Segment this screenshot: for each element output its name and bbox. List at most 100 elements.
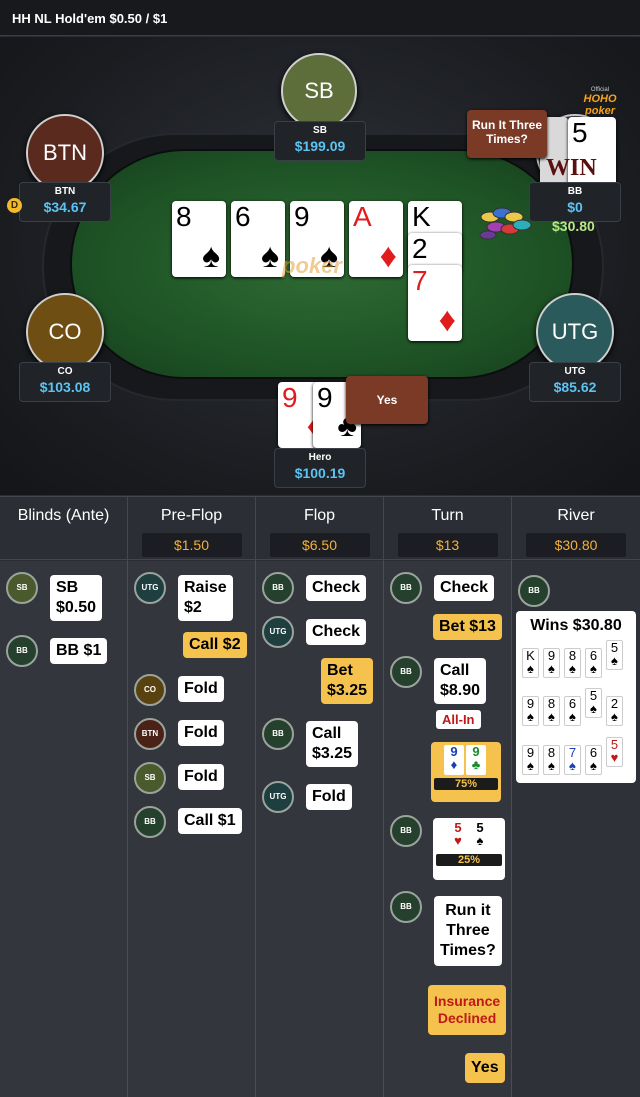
action-bubble: Fold: [178, 720, 224, 746]
seat-utg-avatar[interactable]: UTG: [536, 293, 614, 371]
insurance-declined: Insurance Declined: [428, 985, 507, 1035]
run-card: 5 ♠: [606, 640, 623, 670]
run-it-bubble: Run It Three Times?: [467, 110, 547, 158]
action-bubble: Call $1: [178, 808, 242, 834]
seat-name: BTN: [54, 186, 76, 197]
street-pot: $13: [397, 533, 498, 557]
action-bubble: BB $1: [50, 638, 108, 664]
action-avatar: BB: [518, 575, 550, 607]
action-bubble: Check: [434, 575, 495, 601]
streets-header: Blinds (Ante) Pre-Flop $1.50 Flop $6.50 …: [0, 496, 640, 561]
run-card: 8 ♠: [543, 745, 560, 775]
seat-stack: $100.19: [294, 465, 346, 481]
seat-name: Hero: [308, 452, 332, 463]
action-bubble: Call $3.25: [306, 721, 359, 767]
seat-stack: $103.08: [39, 379, 91, 395]
run-card: 2 ♠: [606, 696, 623, 726]
run-board-3: 9 ♠ 8 ♠ 7 ♠ 6 ♠ 5 ♥: [522, 737, 630, 777]
action-bubble: Call $2: [183, 632, 247, 658]
action-bubble: Yes: [465, 1053, 505, 1083]
action-avatar: BB: [262, 572, 294, 604]
action-bubble: Bet $3.25: [321, 658, 374, 704]
seat-utg-plate: UTG $85.62: [529, 362, 621, 402]
equity-percent: 25%: [436, 854, 502, 866]
action-bubble: SB $0.50: [50, 575, 103, 621]
seat-btn-avatar[interactable]: BTN: [26, 114, 104, 192]
street-preflop: Pre-Flop $1.50: [128, 497, 256, 561]
brand-logo: Official HOHO poker: [583, 87, 617, 117]
equity-percent: 75%: [434, 778, 498, 790]
run-card: K ♠: [522, 648, 539, 678]
action-bubble: Check: [306, 619, 367, 645]
seat-sb-avatar[interactable]: SB: [281, 53, 357, 129]
run-card: 6 ♠: [585, 648, 602, 678]
action-avatar: CO: [134, 674, 166, 706]
board-card: 7 ♦: [408, 265, 462, 341]
seat-stack: $199.09: [294, 138, 346, 154]
run-card: 8 ♠: [543, 696, 560, 726]
run-card: 7 ♠: [564, 745, 581, 775]
dealer-button: D: [7, 198, 22, 213]
action-avatar: BB: [6, 635, 38, 667]
action-avatar: SB: [6, 572, 38, 604]
run-card: 5 ♠: [585, 688, 602, 718]
wins-amount: Wins $30.80: [530, 617, 622, 634]
action-bubble: Call $8.90: [434, 658, 487, 704]
action-avatar: BB: [390, 815, 422, 847]
street-pot: $1.50: [141, 533, 242, 557]
street-turn: Turn $13: [384, 497, 512, 561]
action-bubble: Fold: [178, 764, 224, 790]
bb-equity-card: 5 ♥5 ♠ 25%: [433, 818, 505, 880]
action-bubble: Check: [306, 575, 367, 601]
run-card: 8 ♠: [564, 648, 581, 678]
seat-name: BB: [567, 186, 583, 197]
seat-bb-plate: BB $0: [529, 182, 621, 222]
action-avatar: BB: [134, 806, 166, 838]
action-bubble: Run it Three Times?: [434, 896, 502, 966]
seat-name: CO: [57, 366, 73, 377]
seat-stack: $0: [567, 199, 583, 215]
action-avatar: BTN: [134, 718, 166, 750]
action-avatar: BB: [390, 656, 422, 688]
run-card: 9 ♠: [522, 745, 539, 775]
hero-equity-card: 9 ♦9 ♣ 75%: [431, 742, 501, 802]
run-card: 9 ♠: [543, 648, 560, 678]
run-card: 6 ♠: [585, 745, 602, 775]
seat-co-plate: CO $103.08: [19, 362, 111, 402]
street-blinds: Blinds (Ante): [0, 497, 128, 561]
action-bubble: Raise $2: [178, 575, 233, 621]
seat-sb-plate: SB $199.09: [274, 121, 366, 161]
board-card: A ♦: [349, 201, 403, 277]
street-pot: $30.80: [526, 533, 626, 557]
board-card: 8 ♠: [172, 201, 226, 277]
all-in-badge: All-In: [436, 710, 481, 729]
run-card: 6 ♠: [564, 696, 581, 726]
page-title: HH NL Hold'em $0.50 / $1: [12, 11, 168, 26]
street-flop: Flop $6.50: [256, 497, 384, 561]
title-bar: HH NL Hold'em $0.50 / $1: [0, 0, 640, 36]
seat-name: UTG: [564, 366, 586, 377]
street-river: River $30.80: [512, 497, 640, 561]
poker-table-area: Official HOHO poker SB SB $199.09 BTN BT…: [0, 37, 640, 495]
action-bubble: Fold: [178, 676, 224, 702]
felt-logo: poker: [282, 253, 342, 278]
seat-co-avatar[interactable]: CO: [26, 293, 104, 371]
pot-chips-icon: [479, 207, 532, 240]
wins-panel: Wins $30.80 K ♠ 9 ♠ 8 ♠ 6 ♠ 5 ♠ 9 ♠ 8 ♠ 6 ♠ 5 ♠ 2…: [516, 611, 636, 783]
seat-stack: $85.62: [553, 379, 597, 395]
equity-card: 9 ♦: [444, 745, 464, 775]
equity-card: 5 ♥: [448, 821, 468, 851]
action-avatar: UTG: [262, 616, 294, 648]
bb-win-amount: $30.80: [552, 218, 595, 234]
action-avatar: SB: [134, 762, 166, 794]
action-bubble: Fold: [306, 784, 352, 810]
seat-btn-plate: BTN $34.67: [19, 182, 111, 222]
seat-name: SB: [313, 125, 327, 136]
action-bubble: Bet $13: [433, 614, 502, 640]
yes-bubble: Yes: [346, 376, 428, 424]
equity-card: 5 ♠: [470, 821, 490, 851]
run-board-2: 9 ♠ 8 ♠ 6 ♠ 5 ♠ 2 ♠: [522, 688, 630, 728]
win-label: WIN: [546, 155, 597, 181]
equity-card: 9 ♣: [466, 745, 486, 775]
action-avatar: UTG: [134, 572, 166, 604]
